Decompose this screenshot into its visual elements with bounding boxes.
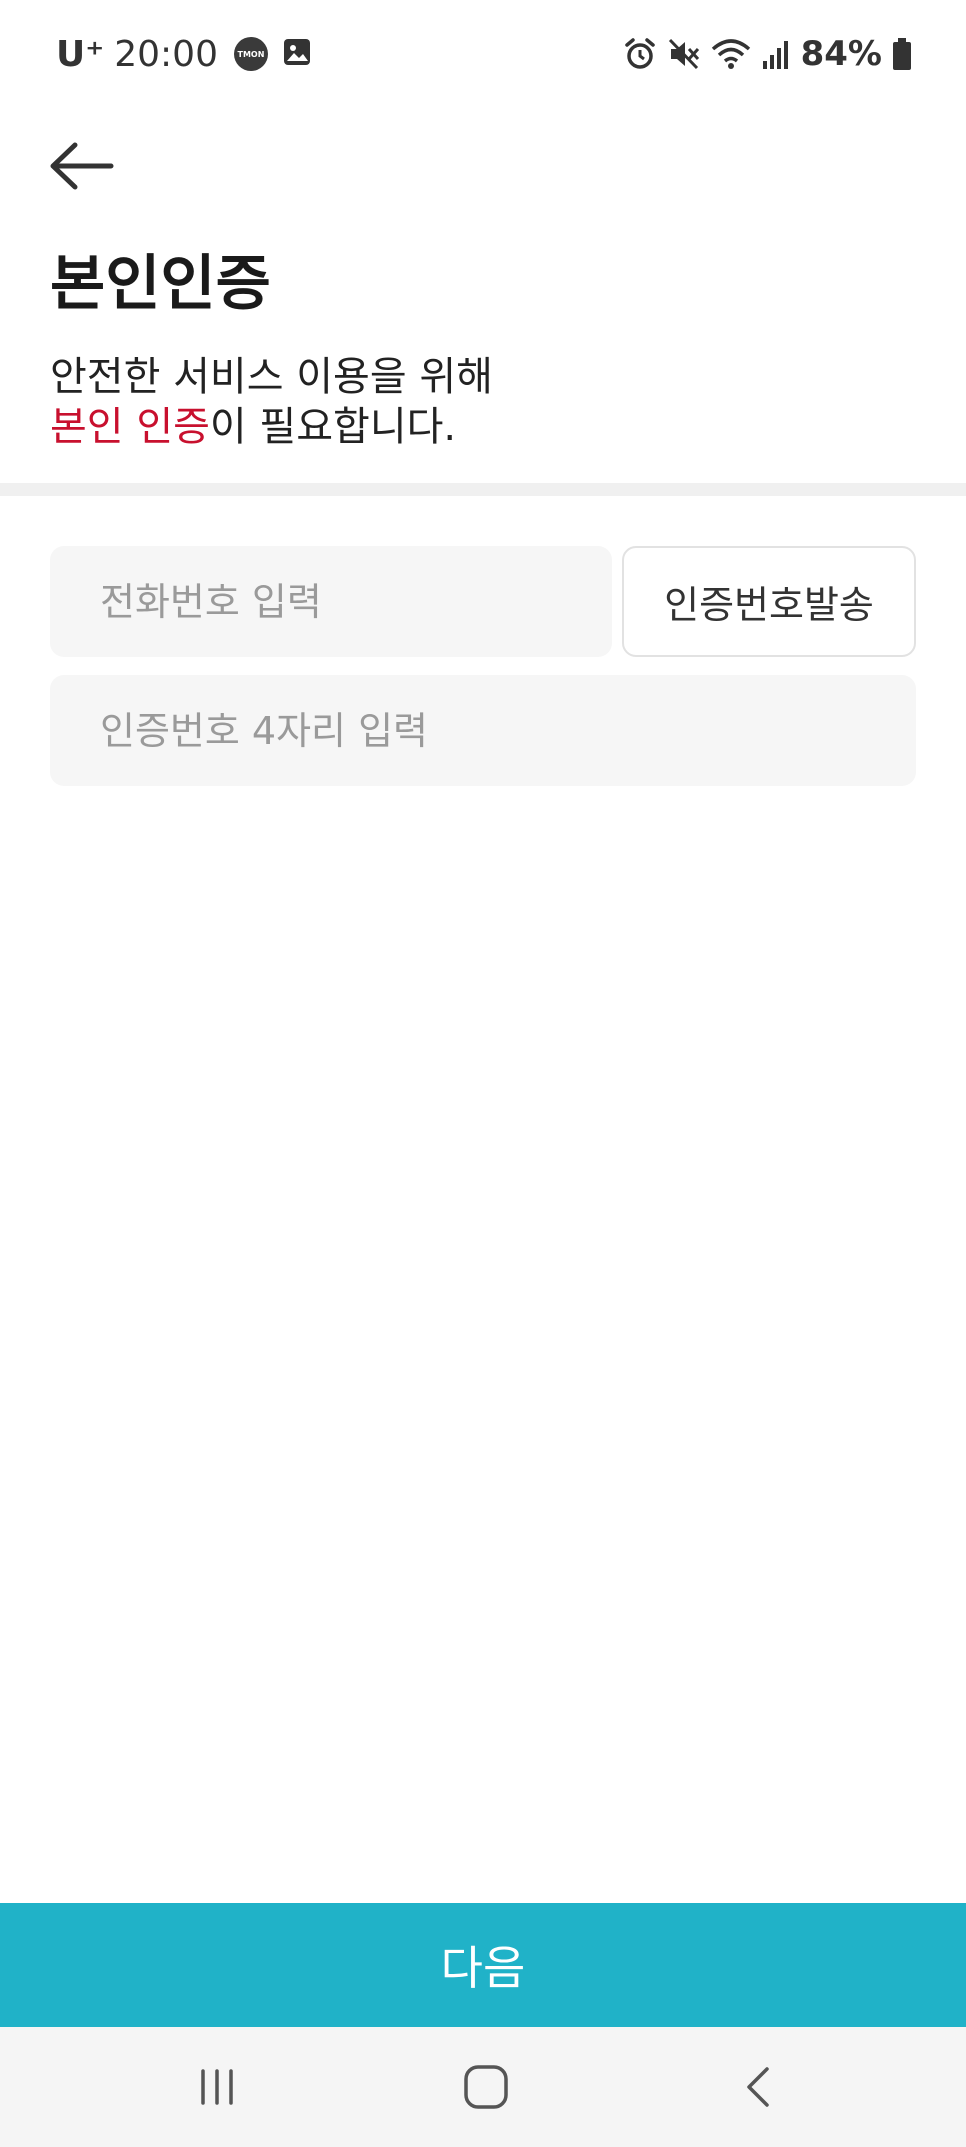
back-button[interactable] <box>44 132 120 200</box>
battery-icon <box>892 37 912 71</box>
wifi-icon <box>711 37 751 71</box>
back-icon <box>747 2067 769 2107</box>
gallery-icon <box>278 37 312 71</box>
phone-verification-screen: U⁺ 20:00 TMON 84% 본인인증 안전한 서비스 이용을 위해 본인… <box>0 0 966 2147</box>
signal-icon <box>761 37 791 71</box>
home-button[interactable] <box>426 2045 546 2129</box>
description-line-2: 본인 인증이 필요합니다. <box>50 402 493 452</box>
arrow-left-icon <box>50 142 114 190</box>
recents-icon <box>201 2069 233 2105</box>
send-code-button[interactable]: 인증번호발송 <box>622 546 916 657</box>
battery-percent: 84% <box>800 34 882 74</box>
tmon-icon: TMON <box>233 37 268 71</box>
carrier-label: U⁺ <box>56 33 105 75</box>
status-left: U⁺ 20:00 TMON <box>56 28 312 80</box>
home-icon <box>464 2065 508 2109</box>
navigation-bar <box>0 2027 966 2147</box>
recents-button[interactable] <box>157 2045 277 2129</box>
verification-code-input[interactable] <box>50 675 916 786</box>
description-rest: 이 필요합니다. <box>209 404 457 450</box>
status-time: 20:00 <box>114 33 218 75</box>
status-bar: U⁺ 20:00 TMON 84% <box>0 0 966 108</box>
section-divider <box>0 483 966 496</box>
alarm-icon <box>623 37 657 71</box>
description-line-1: 안전한 서비스 이용을 위해 <box>50 354 493 400</box>
next-button[interactable]: 다음 <box>0 1903 966 2027</box>
page-description: 안전한 서비스 이용을 위해 본인 인증이 필요합니다. <box>50 352 493 452</box>
description-highlight: 본인 인증 <box>50 404 210 450</box>
mute-icon <box>667 37 701 71</box>
nav-back-button[interactable] <box>697 2045 817 2129</box>
page-title: 본인인증 <box>50 249 271 319</box>
status-right: 84% <box>623 28 912 80</box>
phone-number-input[interactable] <box>50 546 612 657</box>
